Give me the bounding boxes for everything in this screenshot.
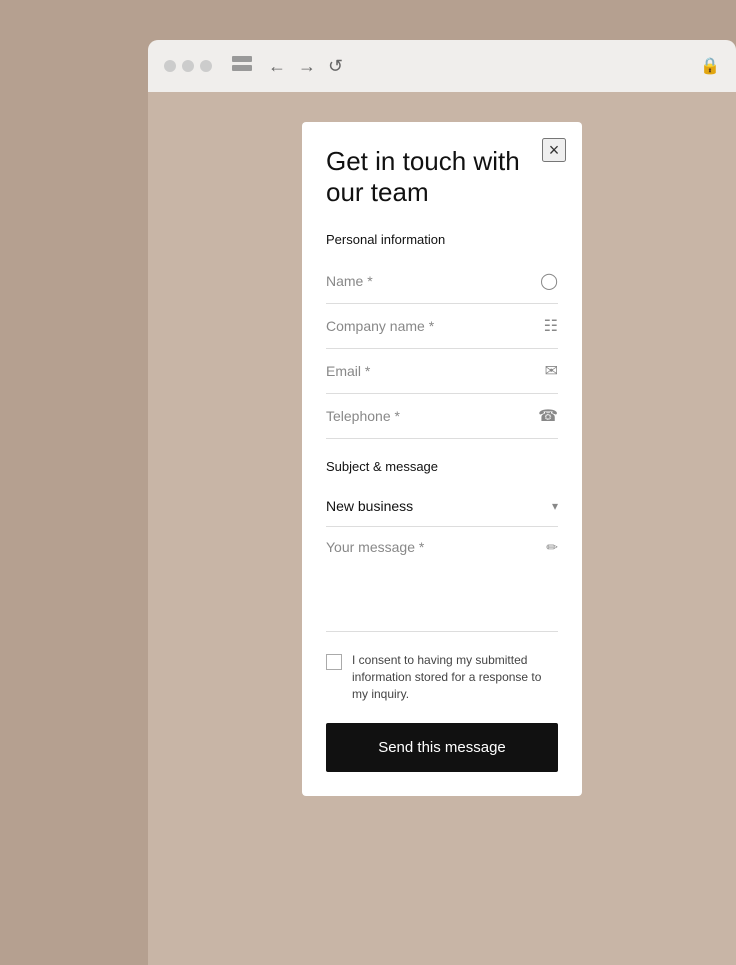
back-button[interactable]: ← xyxy=(268,56,286,77)
company-input[interactable] xyxy=(326,318,544,334)
name-input[interactable] xyxy=(326,273,540,289)
browser-dot-green[interactable] xyxy=(200,60,212,72)
telephone-input[interactable] xyxy=(326,408,538,424)
consent-text: I consent to having my submitted informa… xyxy=(352,652,558,702)
edit-icon: ✏ xyxy=(546,539,558,556)
consent-section: I consent to having my submitted informa… xyxy=(326,652,558,702)
telephone-field[interactable]: ☎ xyxy=(326,394,558,439)
personal-info-section: Personal information ◯ ☷ ✉ ☎ xyxy=(326,232,558,439)
subject-section-label: Subject & message xyxy=(326,459,558,474)
company-field[interactable]: ☷ xyxy=(326,304,558,349)
browser-window: ← → ↺ 🔒 × Get in touch with our team Per… xyxy=(148,40,736,965)
message-field[interactable]: ✏ xyxy=(326,527,558,632)
building-icon: ☷ xyxy=(544,316,558,336)
name-field[interactable]: ◯ xyxy=(326,259,558,304)
phone-icon: ☎ xyxy=(538,406,558,426)
subject-select-field[interactable]: New business Support Partnership Other ▾ xyxy=(326,486,558,527)
browser-navigation: ← → ↺ xyxy=(268,56,343,77)
browser-dots xyxy=(164,60,212,72)
submit-button[interactable]: Send this message xyxy=(326,723,558,772)
contact-modal: × Get in touch with our team Personal in… xyxy=(302,122,582,796)
consent-checkbox[interactable] xyxy=(326,654,342,670)
lock-icon: 🔒 xyxy=(700,56,720,76)
browser-dot-yellow[interactable] xyxy=(182,60,194,72)
chevron-down-icon: ▾ xyxy=(552,499,558,513)
browser-content: × Get in touch with our team Personal in… xyxy=(148,92,736,965)
close-button[interactable]: × xyxy=(542,138,566,162)
refresh-button[interactable]: ↺ xyxy=(328,56,343,77)
person-icon: ◯ xyxy=(540,271,558,291)
personal-section-label: Personal information xyxy=(326,232,558,247)
modal-title: Get in touch with our team xyxy=(326,146,558,208)
email-input[interactable] xyxy=(326,363,545,379)
tab-icon xyxy=(232,56,252,76)
subject-select[interactable]: New business Support Partnership Other xyxy=(326,498,552,514)
email-field[interactable]: ✉ xyxy=(326,349,558,394)
envelope-icon: ✉ xyxy=(545,361,558,381)
message-textarea[interactable] xyxy=(326,539,546,619)
browser-toolbar: ← → ↺ 🔒 xyxy=(148,40,736,92)
browser-dot-red[interactable] xyxy=(164,60,176,72)
subject-message-section: Subject & message New business Support P… xyxy=(326,459,558,632)
forward-button[interactable]: → xyxy=(298,56,316,77)
